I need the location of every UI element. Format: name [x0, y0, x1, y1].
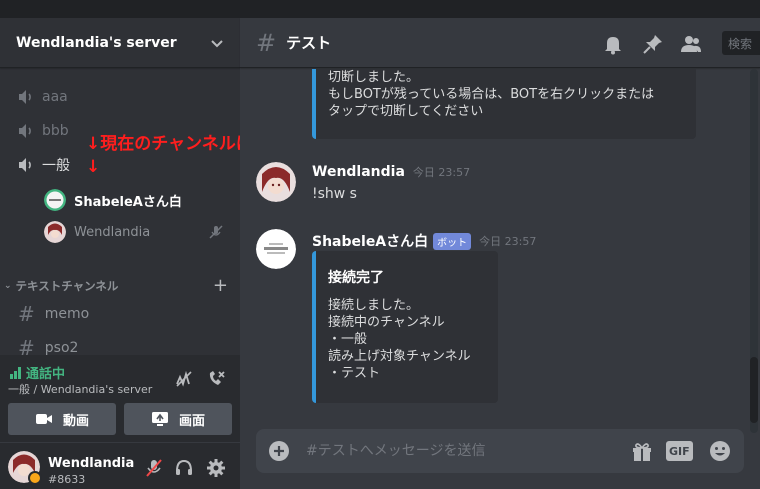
search-input[interactable]: 検索 [722, 31, 760, 55]
voice-channel-label: 一般 [42, 158, 70, 174]
disconnect-icon[interactable] [206, 369, 226, 389]
annotation-arrow: ↓ [86, 157, 101, 177]
hash-icon: # [18, 302, 35, 326]
message-embed: 切断しました。 もしBOTが残っている場合は、BOTを右クリックまたは タップで… [312, 69, 696, 139]
voice-channel-aaa[interactable]: aaa [8, 83, 68, 111]
avatar[interactable] [256, 229, 296, 269]
voice-user-name: ShabeleAさん白 [74, 194, 182, 210]
message-embed: 接続完了 接続しました。 接続中のチャンネル ・一般 読み上げ対象チャンネル ・… [312, 251, 498, 403]
speaker-icon [19, 124, 31, 138]
server-header[interactable]: Wendlandia's server [0, 18, 240, 68]
message-timestamp: 今日 23:57 [412, 166, 471, 179]
message-composer: GIF [256, 429, 744, 473]
message-header: ShabeleAさん白 ボット 今日 23:57 [312, 231, 536, 251]
hash-icon: # [256, 28, 277, 57]
channel-list: aaa bbb ↓現在のチャンネルに接続 一般 ↓ ShabeleAさん白 We… [0, 69, 240, 355]
voice-channel-label: aaa [42, 89, 68, 105]
message-author[interactable]: ShabeleAさん白 [312, 231, 428, 251]
text-channel-label: pso2 [44, 340, 79, 355]
avatar[interactable] [256, 162, 296, 202]
user-panel: Wendlandia #8633 [0, 443, 240, 489]
voice-status-label: 通話中 [26, 367, 66, 382]
avatar [44, 189, 66, 211]
voice-connection-panel: 通話中 一般 / Wendlandia's server 動画 画面 [0, 355, 240, 443]
screen-share-label: 画面 [178, 413, 205, 429]
voice-channel-bbb[interactable]: bbb [8, 117, 69, 145]
scrollbar-thumb[interactable] [750, 357, 758, 423]
voice-user-shabelea[interactable]: ShabeleAさん白 [44, 187, 182, 213]
mic-muted-icon [209, 225, 223, 239]
channel-sidebar: Wendlandia's server aaa bbb ↓現在のチャンネルに接続… [0, 18, 240, 489]
screen-share-icon [151, 412, 168, 426]
user-tag: #8633 [48, 473, 86, 486]
chat-main: # テスト 検索 切断しました。 もしBOTが残っている場合は、BOTを右クリッ… [240, 18, 760, 489]
message-header: Wendlandia 今日 23:57 [312, 164, 470, 180]
text-channel-memo[interactable]: # memo [8, 300, 89, 328]
screen-share-button[interactable]: 画面 [124, 403, 232, 435]
idle-status-icon [28, 471, 42, 485]
bot-badge: ボット [433, 232, 472, 250]
headphones-icon[interactable] [174, 458, 194, 478]
mic-muted-icon[interactable] [144, 458, 164, 478]
pin-icon[interactable] [642, 33, 664, 55]
voice-user-wendlandia[interactable]: Wendlandia [44, 219, 223, 245]
user-name: Wendlandia [48, 456, 135, 471]
chevron-down-icon: ⌄ [4, 280, 12, 291]
video-button-label: 動画 [62, 413, 89, 429]
message-author[interactable]: Wendlandia [312, 164, 405, 180]
emoji-icon[interactable] [708, 439, 732, 463]
voice-channel-general[interactable]: 一般 [8, 151, 70, 179]
message-timestamp: 今日 23:57 [479, 235, 537, 248]
embed-title: 接続完了 [328, 270, 384, 286]
video-button[interactable]: 動画 [8, 403, 116, 435]
noise-suppression-icon[interactable] [174, 369, 194, 389]
gif-button[interactable]: GIF [666, 441, 693, 461]
speaker-icon [19, 158, 31, 172]
voice-status[interactable]: 通話中 [10, 363, 65, 382]
speaker-icon [19, 90, 31, 104]
server-name: Wendlandia's server [16, 34, 177, 51]
text-channel-label: memo [44, 306, 90, 322]
window-top-strip [0, 0, 760, 18]
embed-text: 切断しました。 もしBOTが残っている場合は、BOTを右クリックまたは タップで… [328, 70, 655, 119]
camera-icon [35, 414, 52, 424]
embed-text: 接続しました。 接続中のチャンネル ・一般 読み上げ対象チャンネル ・テスト [328, 298, 471, 381]
signal-icon [10, 366, 21, 379]
message-input[interactable] [306, 429, 606, 473]
bell-icon[interactable] [602, 33, 624, 55]
message-text: !shw s [312, 186, 357, 202]
channel-header: # テスト 検索 [240, 18, 760, 68]
annotation-label: ↓現在のチャンネルに接続 [86, 134, 240, 154]
hash-icon: # [18, 336, 35, 355]
channel-title: テスト [286, 34, 332, 52]
message-scrollbar[interactable] [750, 69, 758, 433]
category-text-channels[interactable]: ⌄ テキストチャンネル + [4, 275, 228, 296]
text-channel-pso2[interactable]: # pso2 [8, 334, 78, 355]
voice-location: 一般 / Wendlandia's server [8, 383, 153, 396]
chevron-down-icon [211, 39, 223, 47]
category-label: テキストチャンネル [15, 278, 119, 293]
avatar [44, 221, 66, 243]
voice-user-name: Wendlandia [74, 224, 151, 240]
members-icon[interactable] [680, 33, 702, 55]
upload-plus-icon[interactable] [268, 440, 290, 462]
message-list: 切断しました。 もしBOTが残っている場合は、BOTを右クリックまたは タップで… [240, 69, 760, 433]
add-channel-icon[interactable]: + [213, 275, 228, 296]
gear-icon[interactable] [206, 458, 226, 478]
voice-channel-label: bbb [42, 123, 69, 139]
gift-icon[interactable] [630, 439, 654, 463]
